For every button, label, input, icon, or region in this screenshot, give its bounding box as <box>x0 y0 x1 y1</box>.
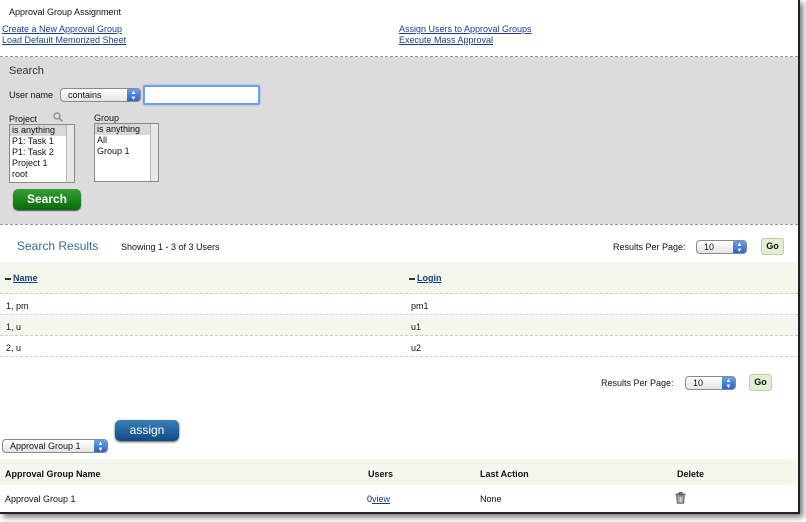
user-login-cell: u1 <box>411 322 422 332</box>
search-results-title: Search Results <box>17 239 99 253</box>
assign-button[interactable]: assign <box>115 420 179 441</box>
sort-indicator-icon <box>5 277 11 280</box>
user-name-cell: 1, pm <box>6 301 29 311</box>
group-option[interactable]: is anything <box>95 124 158 135</box>
group-listbox[interactable]: is anything All Group 1 <box>94 123 159 182</box>
results-per-page-label-bottom: Results Per Page: <box>601 378 674 388</box>
username-operator-select[interactable]: contains ▲ ▼ <box>60 88 141 102</box>
project-option[interactable]: is anything <box>10 125 74 136</box>
last-action-column-header: Last Action <box>480 469 529 479</box>
group-name-cell: Approval Group 1 <box>5 494 76 504</box>
approval-group-value: Approval Group 1 <box>10 441 81 451</box>
project-option[interactable]: root <box>10 169 74 180</box>
group-option[interactable]: Group 1 <box>95 146 158 157</box>
table-row[interactable]: 2, u u2 <box>0 337 798 357</box>
project-option[interactable]: Project 1 <box>10 158 74 169</box>
search-icon[interactable] <box>53 112 63 122</box>
groups-table-header: Approval Group Name Users Last Action De… <box>0 459 798 485</box>
view-users-link[interactable]: view <box>372 494 390 504</box>
project-listbox[interactable]: is anything P1: Task 1 P1: Task 2 Projec… <box>9 124 75 183</box>
group-label: Group <box>94 113 120 123</box>
project-label: Project <box>9 114 38 124</box>
results-count: Showing 1 - 3 of 3 Users <box>121 242 220 252</box>
table-row[interactable]: 1, u u1 <box>0 316 798 336</box>
users-column-header: Users <box>368 469 394 479</box>
search-heading: Search <box>9 65 44 77</box>
operator-value: contains <box>68 90 102 100</box>
load-default-sheet-link[interactable]: Load Default Memorized Sheet <box>2 35 126 45</box>
project-option[interactable]: P1: Task 1 <box>10 136 74 147</box>
approval-group-select[interactable]: Approval Group 1 ▲ ▼ <box>2 439 108 453</box>
last-action-cell: None <box>480 494 502 504</box>
table-row[interactable]: Approval Group 1 0view None <box>0 486 798 512</box>
delete-column-header: Delete <box>677 469 705 479</box>
users-cell: 0view <box>367 494 390 504</box>
group-name-column-header: Approval Group Name <box>5 469 101 479</box>
go-button[interactable]: Go <box>761 238 784 255</box>
app-window: Approval Group Assignment Create a New A… <box>0 0 800 514</box>
username-search-input[interactable] <box>143 85 260 105</box>
search-button[interactable]: Search <box>13 189 81 210</box>
trash-icon[interactable] <box>675 492 686 504</box>
group-scrollbar[interactable] <box>150 124 158 181</box>
select-arrows-icon: ▲ ▼ <box>733 241 746 254</box>
per-page-value: 10 <box>693 378 704 388</box>
group-option[interactable]: All <box>95 135 158 146</box>
select-arrows-icon: ▲ ▼ <box>94 440 107 453</box>
user-login-cell: u2 <box>411 343 422 353</box>
name-column-header[interactable]: Name <box>5 273 38 283</box>
search-panel: Search User name contains ▲ ▼ Project is … <box>0 57 798 224</box>
project-scrollbar[interactable] <box>66 125 74 182</box>
create-approval-group-link[interactable]: Create a New Approval Group <box>2 24 122 34</box>
user-login-cell: pm1 <box>411 301 429 311</box>
results-per-page-select[interactable]: 10 ▲ ▼ <box>696 240 747 254</box>
divider <box>0 224 798 225</box>
username-label: User name <box>9 90 54 100</box>
go-button-bottom[interactable]: Go <box>749 374 772 391</box>
results-per-page-select-bottom[interactable]: 10 ▲ ▼ <box>685 376 736 390</box>
assign-users-link[interactable]: Assign Users to Approval Groups <box>399 24 532 34</box>
login-column-header[interactable]: Login <box>409 273 442 283</box>
project-option[interactable]: P1: Task 2 <box>10 147 74 158</box>
execute-mass-approval-link[interactable]: Execute Mass Approval <box>399 35 493 45</box>
page-title: Approval Group Assignment <box>9 7 122 17</box>
select-arrows-icon: ▲ ▼ <box>722 377 735 390</box>
select-arrows-icon: ▲ ▼ <box>127 89 140 102</box>
user-name-cell: 1, u <box>6 322 22 332</box>
table-row[interactable]: 1, pm pm1 <box>0 295 798 315</box>
per-page-value: 10 <box>704 242 715 252</box>
user-name-cell: 2, u <box>6 343 22 353</box>
results-per-page-label: Results Per Page: <box>613 242 686 252</box>
results-header-row: Name Login <box>0 262 798 294</box>
sort-indicator-icon <box>409 277 415 280</box>
